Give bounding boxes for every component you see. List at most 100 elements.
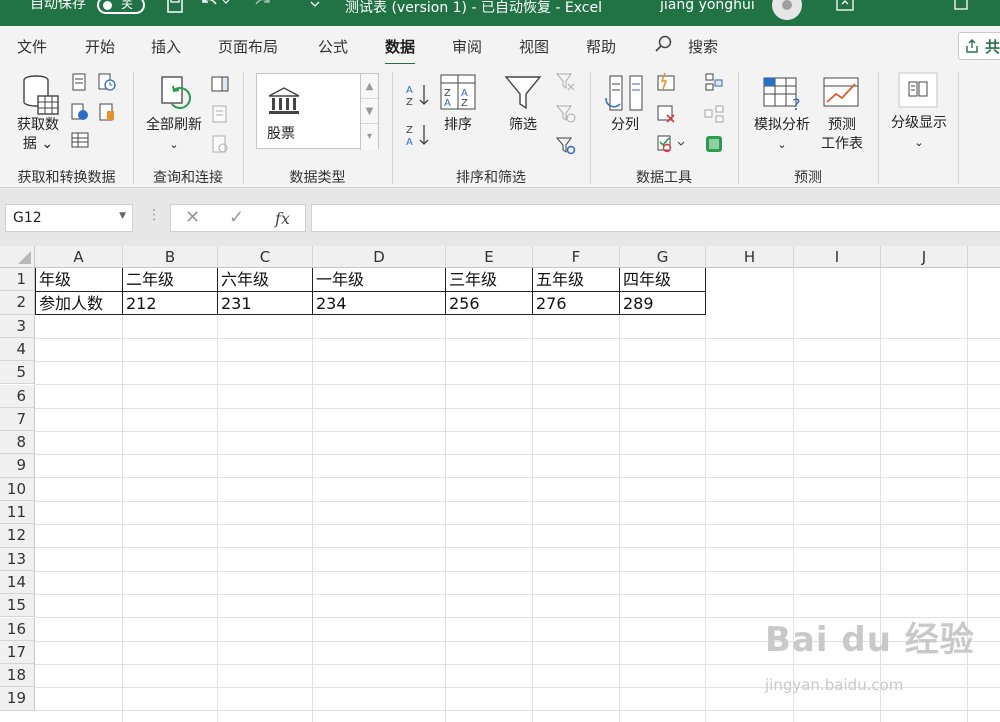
- column-header-h[interactable]: H: [706, 246, 794, 268]
- cell-b2[interactable]: 212: [123, 292, 157, 315]
- outline-button[interactable]: 分级显示 ⌄: [884, 114, 954, 152]
- column-header-c[interactable]: C: [218, 246, 313, 268]
- search-label[interactable]: 搜索: [688, 36, 718, 57]
- remove-duplicates-icon[interactable]: [656, 104, 676, 124]
- tab-file[interactable]: 文件: [17, 36, 47, 57]
- cell-g2[interactable]: 289: [620, 292, 654, 315]
- redo-icon[interactable]: [252, 0, 282, 18]
- cell-b1[interactable]: 二年级: [123, 268, 174, 291]
- advanced-filter-icon[interactable]: [555, 136, 576, 156]
- consolidate-icon[interactable]: [704, 72, 724, 92]
- from-text-icon[interactable]: [70, 72, 90, 92]
- tab-page-layout[interactable]: 页面布局: [218, 36, 278, 57]
- from-web-icon[interactable]: [70, 102, 90, 122]
- filter-button[interactable]: 筛选: [501, 116, 545, 135]
- row-header[interactable]: 2: [0, 291, 35, 315]
- name-box[interactable]: G12 ▼: [5, 204, 133, 232]
- refresh-all-button[interactable]: 全部刷新 ⌄: [138, 116, 210, 154]
- sort-a-z-icon[interactable]: AZ: [404, 82, 430, 108]
- get-data-button[interactable]: 获取数 据 ⌄: [10, 116, 66, 154]
- row-header[interactable]: 1: [0, 268, 35, 292]
- row-header[interactable]: 7: [0, 407, 35, 432]
- cell-e2[interactable]: 256: [446, 292, 480, 315]
- relationships-icon[interactable]: [704, 104, 724, 124]
- cell-c1[interactable]: 六年级: [218, 268, 269, 291]
- gallery-more-icon[interactable]: ▾: [361, 124, 378, 149]
- tab-formulas[interactable]: 公式: [318, 36, 348, 57]
- forecast-sheet-button[interactable]: 预测 工作表: [815, 116, 869, 154]
- row-header[interactable]: 3: [0, 314, 35, 338]
- formula-bar-grip-icon[interactable]: ⋮: [147, 207, 161, 223]
- column-header-j[interactable]: J: [881, 246, 968, 268]
- cell-f1[interactable]: 五年级: [533, 268, 584, 291]
- cell-a1[interactable]: 年级: [36, 268, 71, 291]
- row-header[interactable]: 8: [0, 431, 35, 455]
- formula-input[interactable]: [311, 204, 1000, 232]
- gallery-up-icon[interactable]: ▲: [361, 74, 378, 99]
- row-header[interactable]: 12: [0, 524, 35, 548]
- recent-sources-icon[interactable]: [97, 72, 117, 92]
- sort-z-a-icon[interactable]: ZA: [404, 122, 430, 148]
- column-header-f[interactable]: F: [533, 246, 620, 268]
- select-all-button[interactable]: [0, 246, 35, 268]
- column-header-g[interactable]: G: [620, 246, 706, 268]
- tab-data[interactable]: 数据: [385, 36, 416, 66]
- row-header[interactable]: 17: [0, 640, 35, 665]
- tab-insert[interactable]: 插入: [151, 36, 181, 57]
- flash-fill-icon[interactable]: [656, 72, 676, 92]
- search-icon[interactable]: [655, 35, 673, 57]
- row-header[interactable]: 4: [0, 337, 35, 362]
- data-validation-icon[interactable]: [656, 134, 685, 154]
- cell-g1[interactable]: 四年级: [620, 268, 671, 291]
- existing-connections-icon[interactable]: [97, 102, 117, 122]
- row-header[interactable]: 5: [0, 361, 35, 385]
- data-model-icon[interactable]: [704, 134, 724, 154]
- clear-filter-icon[interactable]: [555, 72, 576, 92]
- avatar[interactable]: [772, 0, 802, 20]
- edit-links-icon[interactable]: [210, 134, 230, 154]
- sort-button[interactable]: 排序: [436, 116, 480, 135]
- gallery-scrollbar[interactable]: ▲ ▼ ▾: [360, 74, 378, 150]
- column-header-b[interactable]: B: [123, 246, 218, 268]
- cell-e1[interactable]: 三年级: [446, 268, 497, 291]
- text-to-columns-button[interactable]: 分列: [603, 116, 647, 135]
- properties-icon[interactable]: [210, 104, 230, 124]
- autosave-toggle[interactable]: 关: [97, 0, 145, 14]
- data-types-gallery[interactable]: 股票 ▲ ▼ ▾: [256, 73, 379, 150]
- column-header-e[interactable]: E: [446, 246, 533, 268]
- column-header-d[interactable]: D: [313, 246, 446, 268]
- row-header[interactable]: 9: [0, 454, 35, 478]
- row-header[interactable]: 6: [0, 384, 35, 408]
- row-header[interactable]: 19: [0, 687, 35, 711]
- tab-review[interactable]: 审阅: [452, 36, 482, 57]
- save-icon[interactable]: [166, 0, 184, 18]
- cell-c2[interactable]: 231: [218, 292, 252, 315]
- column-header-a[interactable]: A: [35, 246, 123, 268]
- reapply-filter-icon[interactable]: [555, 104, 576, 124]
- gallery-down-icon[interactable]: ▼: [361, 99, 378, 124]
- undo-icon[interactable]: [200, 0, 230, 18]
- row-header[interactable]: 14: [0, 570, 35, 595]
- customize-qat-icon[interactable]: [308, 0, 322, 15]
- from-table-icon[interactable]: [70, 130, 90, 150]
- column-header-k[interactable]: [968, 246, 1000, 268]
- row-header[interactable]: 15: [0, 594, 35, 618]
- row-header[interactable]: 13: [0, 547, 35, 571]
- column-header-i[interactable]: I: [794, 246, 881, 268]
- row-header[interactable]: 11: [0, 501, 35, 525]
- cancel-icon[interactable]: ✕: [185, 207, 200, 228]
- cell-f2[interactable]: 276: [533, 292, 567, 315]
- enter-icon[interactable]: ✓: [229, 207, 244, 228]
- cell-d2[interactable]: 234: [313, 292, 347, 315]
- share-button[interactable]: 共: [958, 32, 1000, 60]
- ribbon-display-icon[interactable]: [836, 0, 854, 16]
- tab-view[interactable]: 视图: [519, 36, 549, 57]
- what-if-button[interactable]: 模拟分析 ⌄: [748, 116, 816, 154]
- tab-home[interactable]: 开始: [85, 36, 115, 57]
- restore-window-icon[interactable]: [954, 0, 968, 15]
- tab-help[interactable]: 帮助: [586, 36, 616, 57]
- insert-function-icon[interactable]: fx: [275, 209, 290, 228]
- row-header[interactable]: 18: [0, 664, 35, 688]
- chevron-down-icon[interactable]: ▼: [119, 211, 126, 221]
- row-header[interactable]: 16: [0, 617, 35, 641]
